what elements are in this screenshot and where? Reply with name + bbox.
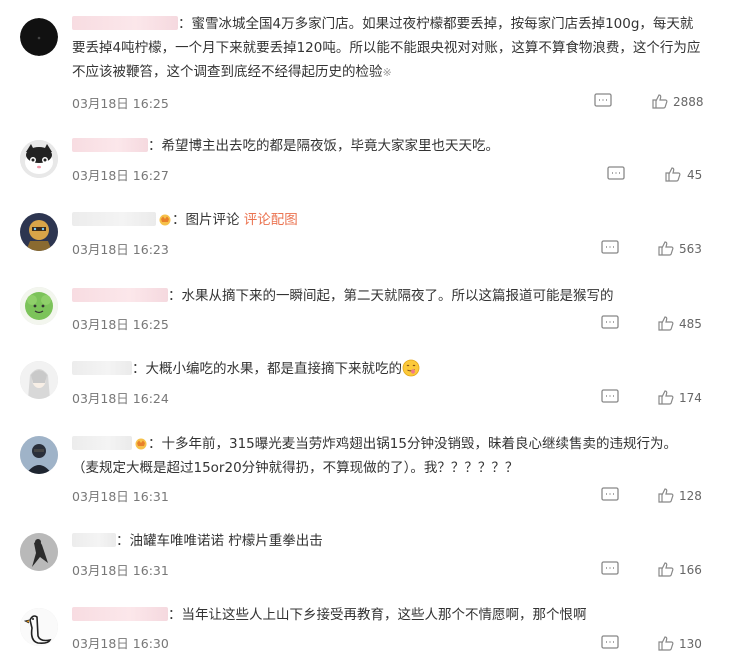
- comment-text: ：蜜雪冰城全国4万多家门店。如果过夜柠檬都要丢掉，按每家门店丢掉100g，每天就…: [72, 16, 701, 80]
- comment-text: ：油罐车唯唯诺诺 柠檬片重拳出击: [72, 529, 712, 553]
- timestamp: 03月18日 16:30: [72, 636, 169, 651]
- comment-text: ：水果从摘下来的一瞬间起，第二天就隔夜了。所以这篇报道可能是猴写的: [72, 284, 712, 308]
- comment-text: ：希望博主出去吃的都是隔夜饭，毕竟大家家里也天天吃。: [72, 134, 712, 158]
- thumbs-up-icon[interactable]: [657, 389, 675, 405]
- thumbs-up-icon[interactable]: [657, 240, 675, 256]
- thumbs-up-icon[interactable]: [657, 561, 675, 577]
- username[interactable]: [72, 361, 132, 375]
- comment-icon[interactable]: [601, 487, 619, 503]
- timestamp: 03月18日 16:25: [72, 317, 169, 332]
- username[interactable]: [72, 16, 178, 30]
- thumbs-up-icon[interactable]: [657, 635, 675, 651]
- timestamp: 03月18日 16:31: [72, 489, 169, 504]
- comment-icon[interactable]: [601, 315, 619, 331]
- thumbs-up-icon[interactable]: [657, 487, 675, 503]
- username[interactable]: [72, 212, 156, 226]
- username[interactable]: [72, 607, 168, 621]
- timestamp: 03月18日 16:24: [72, 391, 169, 406]
- like-count: 130: [679, 637, 702, 651]
- username[interactable]: [72, 533, 116, 547]
- vip-crown-icon: [135, 438, 147, 450]
- like-count: 485: [679, 317, 702, 331]
- avatar[interactable]: [20, 608, 58, 646]
- thumbs-up-icon[interactable]: [651, 93, 669, 109]
- username[interactable]: [72, 288, 168, 302]
- like-count: 563: [679, 242, 702, 256]
- timestamp: 03月18日 16:23: [72, 242, 169, 257]
- username[interactable]: [72, 138, 148, 152]
- comment-icon[interactable]: [601, 561, 619, 577]
- avatar[interactable]: [20, 213, 58, 251]
- comment-icon[interactable]: [594, 93, 612, 109]
- comment-text: ：十多年前，315曝光麦当劳炸鸡翅出锅15分钟没销毁，昧着良心继续售卖的违规行为…: [72, 436, 677, 476]
- comment-icon[interactable]: [601, 389, 619, 405]
- like-count: 45: [687, 168, 703, 182]
- timestamp: 03月18日 16:25: [72, 96, 169, 111]
- vip-crown-icon: [159, 214, 171, 226]
- avatar[interactable]: [20, 140, 58, 178]
- comment-text: ：图片评论 评论配图: [72, 208, 712, 232]
- comment-text: ：大概小编吃的水果，都是直接摘下来就吃的: [72, 357, 712, 381]
- username[interactable]: [72, 436, 132, 450]
- like-count: 2888: [673, 95, 704, 109]
- timestamp: 03月18日 16:31: [72, 563, 169, 578]
- avatar[interactable]: [20, 361, 58, 399]
- like-count: 166: [679, 563, 702, 577]
- avatar[interactable]: [20, 533, 58, 571]
- image-comment-link[interactable]: 评论配图: [244, 212, 298, 228]
- comment-icon[interactable]: [601, 635, 619, 651]
- thumbs-up-icon[interactable]: [657, 315, 675, 331]
- like-count: 128: [679, 489, 702, 503]
- avatar[interactable]: [20, 436, 58, 474]
- comment-icon[interactable]: [607, 166, 625, 182]
- like-count: 174: [679, 391, 702, 405]
- comment-icon[interactable]: [601, 240, 619, 256]
- avatar[interactable]: [20, 18, 58, 56]
- avatar[interactable]: [20, 287, 58, 325]
- comment-text: ：当年让这些人上山下乡接受再教育，这些人那个不情愿啊，那个恨啊: [72, 603, 712, 627]
- timestamp: 03月18日 16:27: [72, 168, 169, 183]
- tongue-emoji-icon: [402, 359, 420, 377]
- emoji-icon: ※: [382, 66, 392, 79]
- thumbs-up-icon[interactable]: [664, 166, 682, 182]
